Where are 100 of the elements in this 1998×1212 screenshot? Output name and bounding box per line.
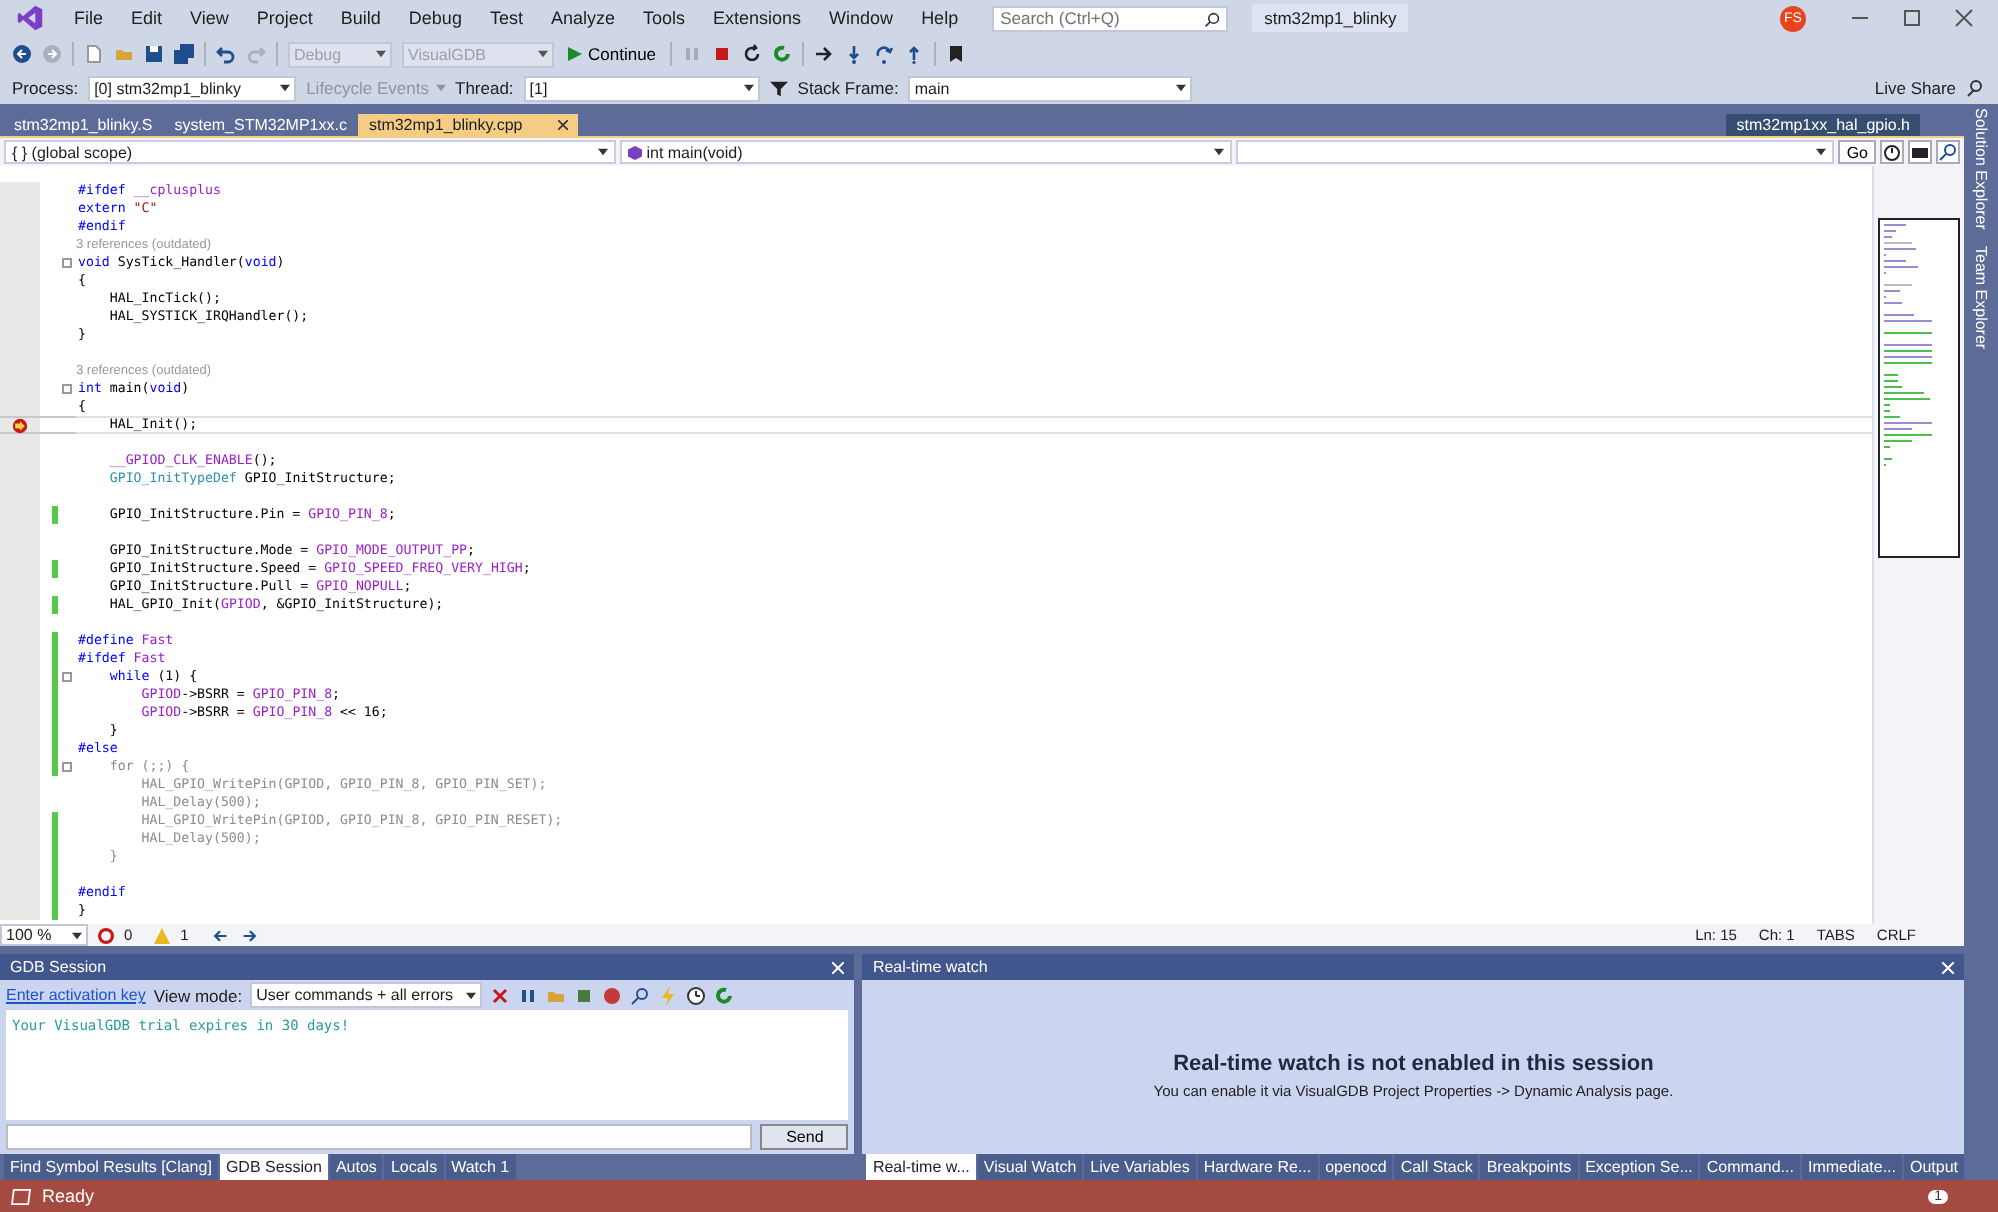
search-field[interactable]: Search (Ctrl+Q) [992, 5, 1229, 31]
side-tab[interactable]: Team Explorer [1972, 245, 1990, 349]
panel-tab[interactable]: Real-time w... [866, 1154, 976, 1180]
maximize-icon[interactable] [1902, 8, 1922, 28]
close-icon[interactable] [1954, 8, 1974, 28]
menu-item[interactable]: Help [907, 8, 973, 28]
timer-icon[interactable] [1880, 140, 1904, 164]
thread-dropdown[interactable]: [1] [523, 75, 760, 101]
panel-tab[interactable]: Hardware Re... [1197, 1154, 1318, 1180]
camera-icon[interactable] [1908, 140, 1932, 164]
search-icon[interactable] [1936, 140, 1960, 164]
step-arrow-icon[interactable] [814, 44, 835, 64]
forward-icon[interactable] [42, 44, 62, 64]
menu-item[interactable]: Edit [117, 8, 177, 28]
save-all-icon[interactable] [174, 44, 194, 64]
save-icon[interactable] [144, 44, 164, 64]
live-share-button[interactable]: Live Share [1874, 78, 1956, 98]
cube-icon [628, 145, 642, 159]
panel-tab[interactable]: Visual Watch [977, 1154, 1083, 1180]
redo-icon[interactable] [246, 44, 266, 64]
menu-item[interactable]: Extensions [699, 8, 816, 28]
folder-icon[interactable] [114, 44, 134, 64]
collapse-icon[interactable] [62, 384, 72, 394]
member-dropdown[interactable]: int main(void) [620, 140, 1232, 164]
panel-tab[interactable]: Locals [384, 1154, 444, 1180]
close-icon[interactable] [558, 120, 569, 130]
clock-icon[interactable] [686, 985, 707, 1005]
scope-dropdown[interactable]: { } (global scope) [4, 140, 616, 164]
navigation-field[interactable] [1236, 140, 1835, 164]
document-tab[interactable]: system_STM32MP1xx.c [164, 114, 357, 136]
new-file-icon[interactable] [84, 44, 104, 64]
activation-link[interactable]: Enter activation key [6, 986, 146, 1004]
status-icon [10, 1187, 32, 1205]
document-tab[interactable]: stm32mp1_blinky.cpp [358, 114, 579, 136]
error-icon[interactable] [98, 927, 114, 943]
panel-tab[interactable]: Exception Se... [1579, 1154, 1699, 1180]
menu-item[interactable]: Project [242, 8, 327, 28]
menu-item[interactable]: Build [326, 8, 395, 28]
continue-button[interactable]: Continue [564, 44, 661, 64]
thread-label: Thread: [455, 78, 514, 98]
process-dropdown[interactable]: [0] stm32mp1_blinky [88, 75, 297, 101]
panel-tab[interactable]: Breakpoints [1480, 1154, 1578, 1180]
menu-item[interactable]: Window [815, 8, 908, 28]
solution-name: stm32mp1_blinky [1252, 4, 1409, 32]
search-icon[interactable] [1204, 11, 1221, 27]
command-input[interactable] [6, 1124, 753, 1150]
chip-icon[interactable] [574, 985, 595, 1005]
undo-icon[interactable] [216, 44, 236, 64]
step-into-icon[interactable] [844, 44, 865, 64]
bookmark-icon[interactable] [946, 44, 967, 64]
panel-tab[interactable]: Output [1903, 1154, 1964, 1180]
view-mode-dropdown[interactable]: User commands + all errors [250, 982, 483, 1008]
watch-heading: Real-time watch is not enabled in this session [1173, 1051, 1654, 1075]
warning-icon[interactable] [154, 927, 171, 943]
panel-tab[interactable]: Autos [329, 1154, 383, 1180]
app-logo-icon [16, 4, 44, 32]
refresh-icon[interactable] [714, 985, 735, 1005]
menu-item[interactable]: Analyze [536, 8, 629, 28]
feedback-icon[interactable] [1966, 78, 1986, 98]
clear-icon[interactable] [490, 985, 511, 1005]
panel-tab[interactable]: Live Variables [1084, 1154, 1196, 1180]
search-icon[interactable] [630, 985, 651, 1005]
panel-tab[interactable]: openocd [1319, 1154, 1393, 1180]
menu-item[interactable]: Test [475, 8, 537, 28]
stop-icon[interactable] [712, 44, 733, 64]
document-tab[interactable]: stm32mp1_blinky.S [4, 114, 163, 136]
back-icon[interactable] [12, 44, 32, 64]
collapse-icon[interactable] [62, 258, 72, 268]
panel-tab[interactable]: Command... [1700, 1154, 1800, 1180]
back-arrow-icon[interactable] [210, 927, 231, 943]
step-over-icon[interactable] [874, 44, 895, 64]
record-icon[interactable] [602, 985, 623, 1005]
go-button[interactable]: Go [1838, 140, 1876, 164]
breakpoint-icon[interactable] [12, 417, 28, 433]
panel-tab[interactable]: Watch 1 [445, 1154, 516, 1180]
menu-item[interactable]: View [176, 8, 243, 28]
side-tab[interactable]: Solution Explorer [1972, 108, 1990, 230]
menu-item[interactable]: Tools [629, 8, 700, 28]
menu-item[interactable]: Debug [394, 8, 476, 28]
filter-icon[interactable] [769, 79, 788, 97]
send-button[interactable]: Send [760, 1124, 849, 1150]
forward-arrow-icon[interactable] [240, 927, 261, 943]
panel-tab[interactable]: Immediate... [1801, 1154, 1902, 1180]
collapse-icon[interactable] [62, 672, 72, 682]
refresh-icon[interactable] [772, 44, 793, 64]
collapse-icon[interactable] [62, 762, 72, 772]
pause-icon[interactable] [518, 985, 539, 1005]
status-text: Ready [42, 1186, 95, 1206]
stack-frame-dropdown[interactable]: main [908, 75, 1193, 101]
panel-tab[interactable]: GDB Session [219, 1154, 328, 1180]
document-tab[interactable]: stm32mp1xx_hal_gpio.h [1726, 114, 1920, 136]
line-gutter[interactable] [0, 416, 76, 434]
menu-item[interactable]: File [60, 8, 118, 28]
panel-tab[interactable]: Call Stack [1394, 1154, 1479, 1180]
panel-title: GDB Session [10, 958, 107, 976]
restart-icon[interactable] [742, 44, 763, 64]
code-minimap[interactable] [1872, 166, 1964, 924]
panel-tab[interactable]: Find Symbol Results [Clang] [4, 1154, 218, 1180]
view-mode-label: View mode: [153, 985, 243, 1005]
zoom-dropdown[interactable]: 100 % [0, 924, 88, 946]
